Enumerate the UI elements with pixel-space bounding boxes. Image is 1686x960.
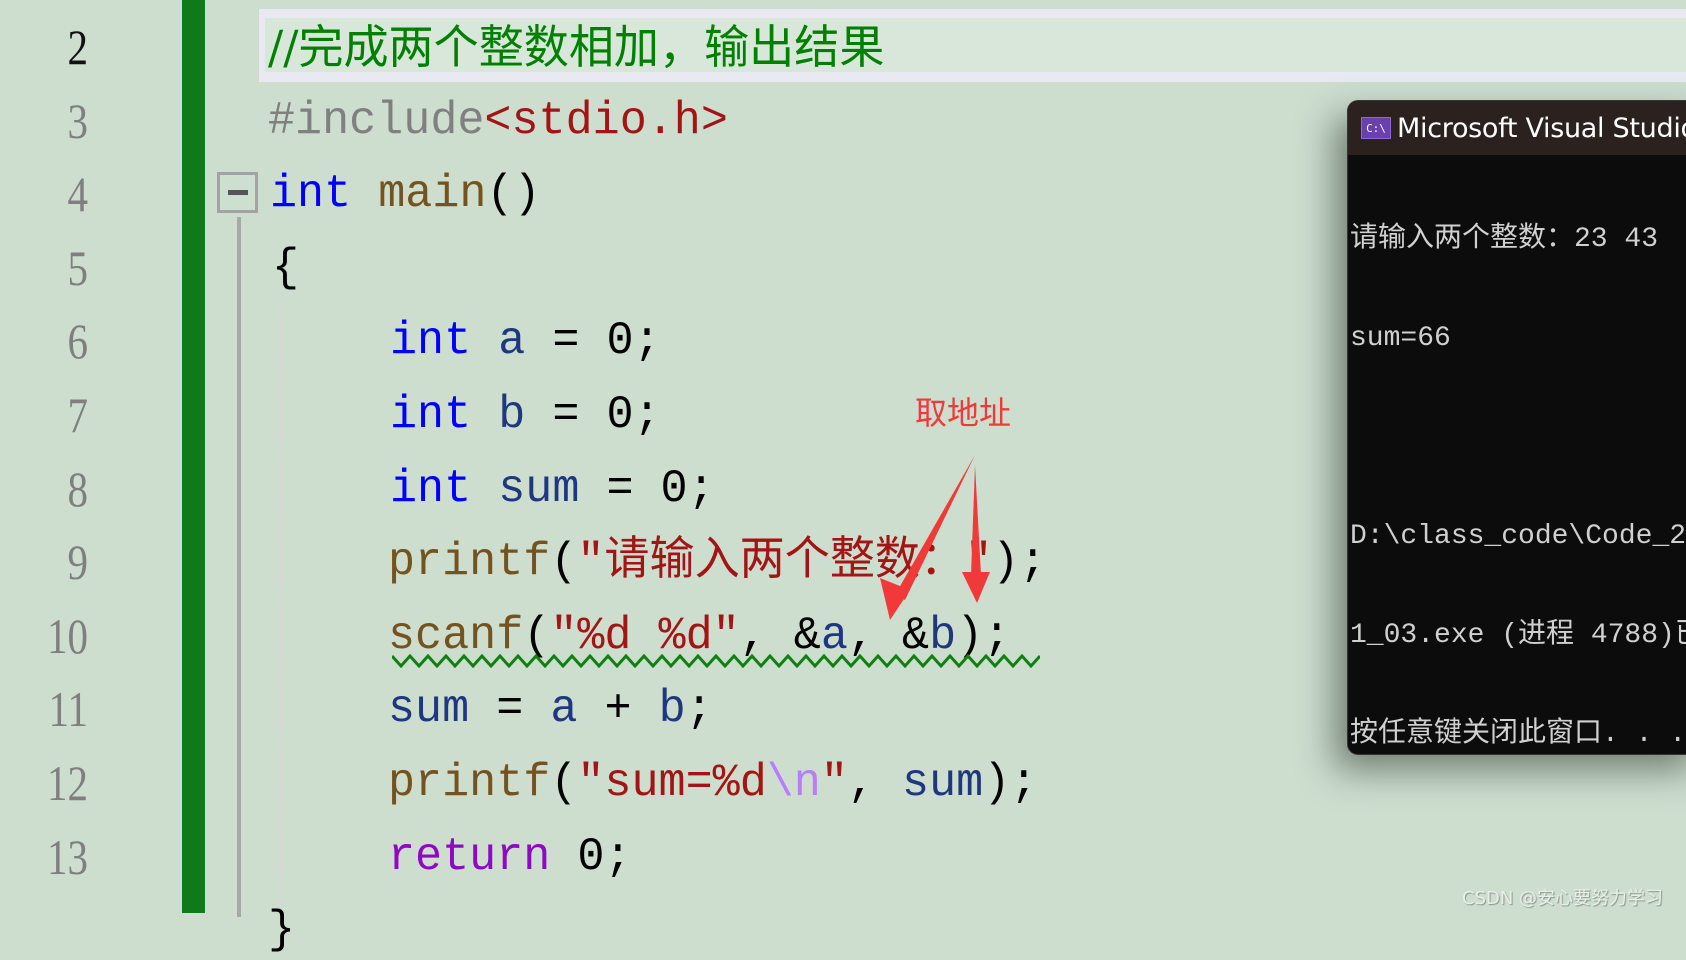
code-token-kw: int <box>270 168 352 221</box>
change-tracking-bar <box>182 0 205 913</box>
code-token-fn: printf <box>388 757 551 809</box>
annotation-label: 取地址 <box>915 394 1012 432</box>
code-token-pun: ( <box>550 757 578 809</box>
code-line-5[interactable]: { <box>272 238 299 298</box>
code-token-pun: ; <box>685 683 713 736</box>
code-token-pun: () <box>486 168 541 221</box>
line-number: 9 <box>67 534 89 591</box>
code-token-str: "请输入两个整数：" <box>577 536 993 589</box>
code-token-fn: main <box>378 168 487 221</box>
code-line-13[interactable]: return 0; <box>388 827 631 887</box>
code-line-9[interactable]: printf("请输入两个整数："); <box>388 532 1046 592</box>
code-token-pun <box>351 168 378 220</box>
console-window[interactable]: C:\ Microsoft Visual Studio 请输入两个整数：23 4… <box>1348 101 1686 754</box>
line-number: 4 <box>67 166 89 223</box>
line-number: 8 <box>67 460 89 517</box>
line-number: 11 <box>48 681 88 738</box>
code-token-pun <box>471 463 498 515</box>
code-token-var: a <box>550 683 578 736</box>
code-line-3[interactable]: #include<stdio.h> <box>268 91 728 151</box>
code-token-var: b <box>498 389 526 441</box>
code-line-11[interactable]: sum = a + b; <box>388 679 713 739</box>
code-token-pun: ( <box>550 536 578 589</box>
code-token-pun: = 0; <box>525 389 661 441</box>
code-token-inc: <stdio.h> <box>484 94 728 147</box>
code-token-var: sum <box>902 757 984 809</box>
code-token-pun <box>471 315 498 367</box>
console-title-bar[interactable]: C:\ Microsoft Visual Studio <box>1348 101 1686 155</box>
minus-icon <box>228 190 248 195</box>
code-token-var: a <box>498 315 526 368</box>
line-number: 6 <box>67 313 89 370</box>
line-number: 3 <box>67 92 89 149</box>
code-token-var: sum <box>388 683 470 736</box>
code-token-pun: = 0; <box>579 462 715 515</box>
code-token-kw: int <box>390 462 472 515</box>
line-number: 10 <box>47 607 88 664</box>
code-line-4[interactable]: int main() <box>270 164 541 224</box>
console-line: D:\class_code\Code_23 <box>1350 521 1686 552</box>
line-number: 2 <box>67 19 89 75</box>
fold-guide-line <box>237 217 241 917</box>
console-line: 请输入两个整数：23 43 <box>1350 224 1659 255</box>
console-app-icon: C:\ <box>1361 117 1391 139</box>
code-token-pun: } <box>268 904 296 957</box>
code-token-str: " <box>820 757 848 809</box>
code-token-kw: int <box>390 389 472 441</box>
indent-guide <box>279 305 282 905</box>
code-token-pun: , <box>847 757 903 809</box>
code-token-var: b <box>658 683 686 736</box>
code-token-kw: int <box>390 315 472 368</box>
code-token-pun: ); <box>992 536 1047 589</box>
code-token-pun: + <box>577 683 659 736</box>
code-token-pp: #include <box>268 94 485 147</box>
line-number: 7 <box>67 387 89 443</box>
watermark: CSDN @安心要努力学习 <box>1462 888 1664 909</box>
code-token-pun: = 0; <box>525 315 661 368</box>
code-line-6[interactable]: int a = 0; <box>390 311 661 371</box>
warning-squiggle[interactable] <box>392 654 1040 668</box>
code-line-8[interactable]: int sum = 0; <box>390 459 715 519</box>
code-line-12[interactable]: printf("sum=%d\n", sum); <box>388 753 1037 813</box>
code-token-pun: ); <box>983 757 1038 809</box>
line-number: 5 <box>67 239 89 296</box>
code-token-var: sum <box>498 462 580 515</box>
code-token-pun: = <box>469 683 551 736</box>
code-token-pun: { <box>272 241 300 294</box>
code-token-fn: printf <box>388 536 551 589</box>
console-title: Microsoft Visual Studio <box>1397 112 1686 144</box>
console-line: 1_03.exe (进程 4788)已 <box>1350 620 1686 651</box>
line-number: 13 <box>47 828 88 885</box>
code-line-14[interactable]: } <box>268 900 295 960</box>
code-token-cmt: //完成两个整数相加，输出结果 <box>268 20 885 74</box>
console-line: sum=66 <box>1350 323 1451 354</box>
console-output: 请输入两个整数：23 43 sum=66 D:\class_code\Code_… <box>1348 155 1686 754</box>
code-token-pun <box>471 389 498 441</box>
code-token-ret: return <box>388 830 551 883</box>
code-line-7[interactable]: int b = 0; <box>390 385 661 445</box>
code-token-esc: \n <box>766 757 821 809</box>
code-token-str: "sum=%d <box>577 757 767 809</box>
line-number: 12 <box>47 755 88 811</box>
code-line-2[interactable]: //完成两个整数相加，输出结果 <box>268 17 884 81</box>
console-line: 按任意键关闭此窗口. . . <box>1350 719 1686 750</box>
code-token-pun: 0; <box>550 830 632 883</box>
collapse-toggle[interactable] <box>217 172 258 213</box>
